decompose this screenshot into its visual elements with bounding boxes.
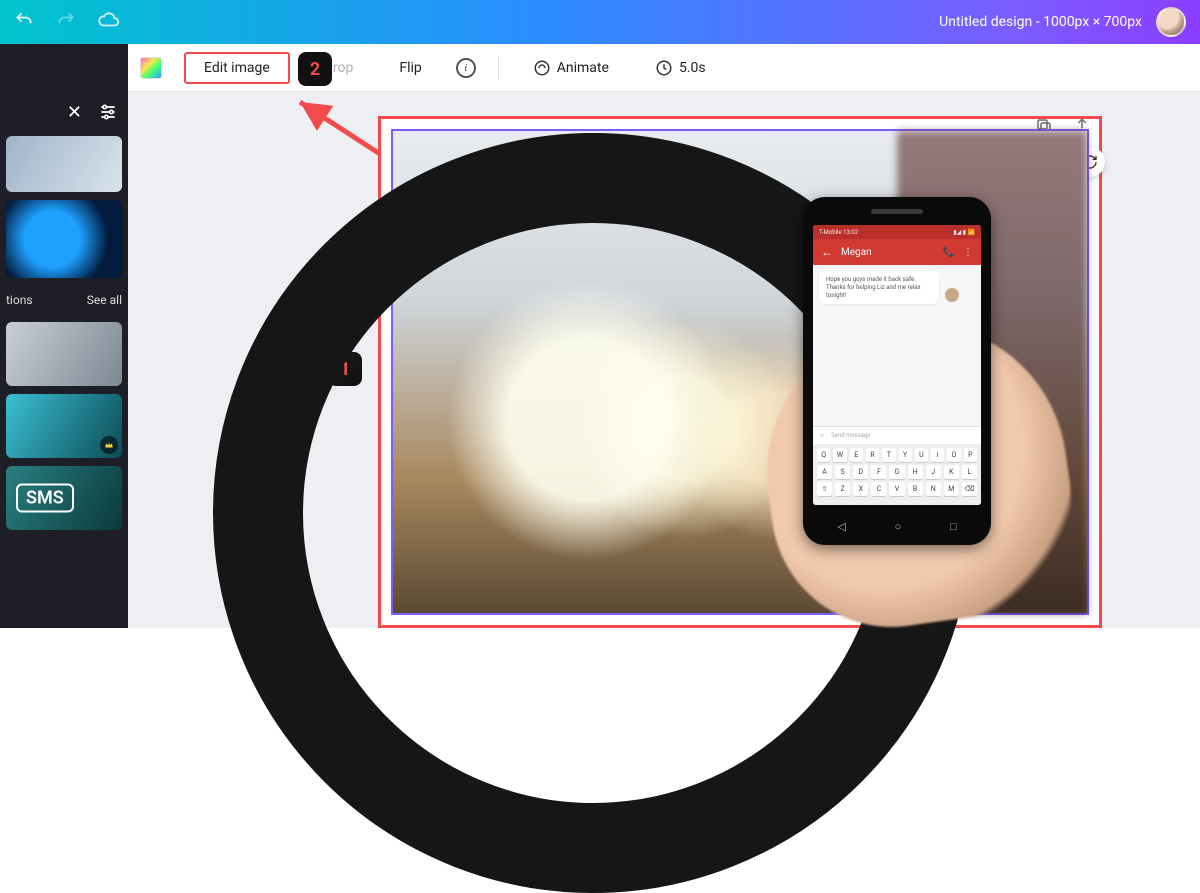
- phone-speaker: [871, 209, 923, 214]
- canvas-image[interactable]: T-Mobile 13:02▮◢ ▮ 📶 ← Megan 📞 ⋮ Hope yo…: [393, 131, 1087, 613]
- keyboard-key: N: [926, 482, 941, 496]
- keyboard-key: Q: [817, 448, 830, 462]
- keyboard-key: U: [915, 448, 928, 462]
- keyboard-key: M: [944, 482, 959, 496]
- photo-phone-mockup: T-Mobile 13:02▮◢ ▮ 📶 ← Megan 📞 ⋮ Hope yo…: [803, 197, 991, 545]
- document-title[interactable]: Untitled design - 1000px × 700px: [939, 14, 1142, 30]
- edit-image-button[interactable]: Edit image: [184, 52, 290, 84]
- keyboard-key: W: [833, 448, 846, 462]
- keyboard-key: D: [853, 465, 868, 479]
- keyboard-key: J: [926, 465, 941, 479]
- message-avatar: [945, 288, 959, 302]
- context-toolbar: Edit image Crop Flip i Animate 5.0s: [0, 44, 1200, 92]
- filter-sliders-icon[interactable]: [98, 102, 118, 122]
- keyboard-key: ⇧: [817, 482, 832, 496]
- phone-message-thread: Hope you guys made it back safe. Thanks …: [813, 265, 981, 426]
- phone-app-bar: ← Megan 📞 ⋮: [813, 239, 981, 265]
- keyboard-key: E: [850, 448, 863, 462]
- more-icon: ⋮: [963, 247, 973, 258]
- duration-button[interactable]: 5.0s: [643, 53, 718, 83]
- selection-outline: T-Mobile 13:02▮◢ ▮ 📶 ← Megan 📞 ⋮ Hope yo…: [391, 129, 1089, 615]
- asset-thumbnail[interactable]: SMS: [6, 466, 122, 530]
- keyboard-key: C: [871, 482, 886, 496]
- toolbar-divider: [498, 56, 499, 80]
- keyboard-key: Z: [835, 482, 850, 496]
- message-bubble: Hope you guys made it back safe. Thanks …: [819, 271, 939, 304]
- keyboard-key: ⌫: [962, 482, 977, 496]
- edit-image-label: Edit image: [204, 60, 270, 76]
- keyboard-key: K: [944, 465, 959, 479]
- asset-thumbnail[interactable]: [6, 200, 122, 278]
- color-picker-swatch[interactable]: [140, 57, 162, 79]
- call-icon: 📞: [943, 247, 955, 258]
- keyboard-key: P: [964, 448, 977, 462]
- keyboard-key: F: [871, 465, 886, 479]
- phone-compose-bar: ☺Send message: [813, 426, 981, 444]
- keyboard-key: G: [889, 465, 904, 479]
- assets-side-panel: ✕ tions See all SMS: [0, 44, 128, 628]
- keyboard-key: I: [931, 448, 944, 462]
- asset-thumbnail[interactable]: [6, 136, 122, 192]
- keyboard-key: O: [947, 448, 960, 462]
- cloud-sync-icon[interactable]: [98, 9, 120, 35]
- asset-thumbnail[interactable]: [6, 394, 122, 458]
- phone-status-bar: T-Mobile 13:02▮◢ ▮ 📶: [813, 225, 981, 239]
- user-avatar[interactable]: [1156, 7, 1186, 37]
- selected-element-frame[interactable]: T-Mobile 13:02▮◢ ▮ 📶 ← Megan 📞 ⋮ Hope yo…: [378, 116, 1102, 628]
- flip-button[interactable]: Flip: [387, 54, 433, 82]
- back-arrow-icon: ←: [821, 245, 833, 259]
- keyboard-key: R: [866, 448, 879, 462]
- keyboard-key: S: [835, 465, 850, 479]
- animate-button[interactable]: Animate: [521, 53, 621, 83]
- premium-crown-icon: [100, 436, 118, 454]
- undo-icon[interactable]: [14, 10, 34, 34]
- keyboard-key: V: [889, 482, 904, 496]
- redo-icon[interactable]: [56, 10, 76, 34]
- phone-keyboard: QWERTYUIOP ASDFGHJKL ⇧ZXCVBNM⌫: [813, 444, 981, 505]
- annotation-badge-2: 2: [298, 52, 332, 86]
- app-topbar: Untitled design - 1000px × 700px: [0, 0, 1200, 44]
- keyboard-key: A: [817, 465, 832, 479]
- sms-badge-label: SMS: [16, 484, 74, 513]
- asset-thumbnail[interactable]: [6, 322, 122, 386]
- keyboard-key: Y: [899, 448, 912, 462]
- see-all-link[interactable]: See all: [87, 293, 122, 307]
- canvas-workspace[interactable]: 2 1: [128, 92, 1200, 628]
- phone-nav-buttons: ◁○□: [813, 517, 981, 535]
- keyboard-key: X: [853, 482, 868, 496]
- section-header: tions See all: [6, 286, 122, 314]
- keyboard-key: B: [908, 482, 923, 496]
- keyboard-key: H: [908, 465, 923, 479]
- keyboard-key: L: [962, 465, 977, 479]
- close-icon[interactable]: ✕: [67, 102, 82, 123]
- keyboard-key: T: [882, 448, 895, 462]
- info-icon[interactable]: i: [456, 58, 476, 78]
